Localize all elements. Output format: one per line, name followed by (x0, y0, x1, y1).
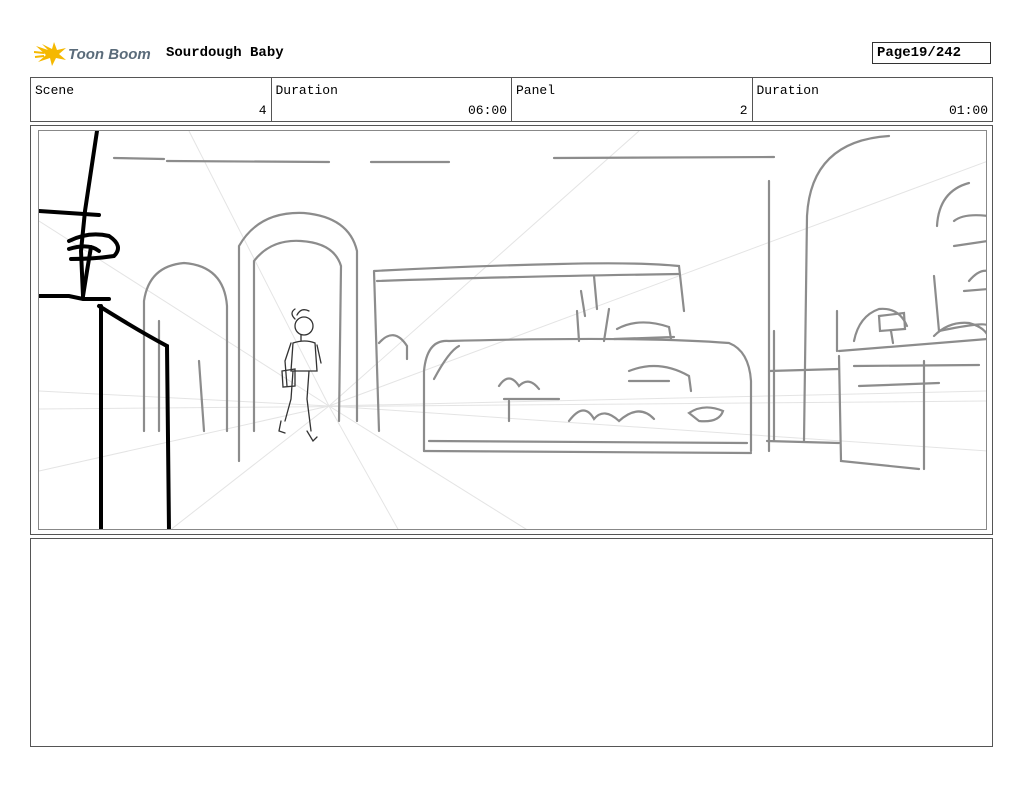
storyboard-sketch-icon (38, 130, 987, 530)
page-label: Page (877, 45, 911, 61)
scene-label: Scene (35, 83, 75, 98)
scene-duration-cell: Duration 06:00 (272, 78, 512, 121)
toon-boom-logo: Toon Boom (34, 40, 158, 68)
panel-notes-box[interactable] (30, 538, 993, 747)
project-title: Sourdough Baby (166, 45, 284, 61)
panel-duration-value: 01:00 (948, 103, 988, 118)
perspective-guides (39, 131, 986, 529)
logo-text: Toon Boom (68, 46, 151, 63)
page-number: 19/242 (910, 45, 962, 61)
panel-value: 2 (739, 103, 748, 118)
background-architecture (112, 134, 986, 471)
panel-cell: Panel 2 (512, 78, 753, 121)
panel-label: Panel (516, 83, 556, 98)
scene-duration-label: Duration (275, 83, 338, 98)
panel-duration-cell: Duration 01:00 (753, 78, 993, 121)
scene-cell: Scene 4 (31, 78, 272, 121)
scene-duration-value: 06:00 (467, 103, 507, 118)
page-indicator: Page 19/242 (872, 42, 991, 64)
toon-boom-star-icon (34, 42, 66, 66)
panel-duration-label: Duration (756, 83, 819, 98)
foreground-character-sketch (39, 131, 171, 529)
panel-info-row: Scene 4 Duration 06:00 Panel 2 Duration … (30, 77, 993, 122)
girl-character-sketch (278, 308, 322, 443)
scene-value: 4 (258, 103, 267, 118)
